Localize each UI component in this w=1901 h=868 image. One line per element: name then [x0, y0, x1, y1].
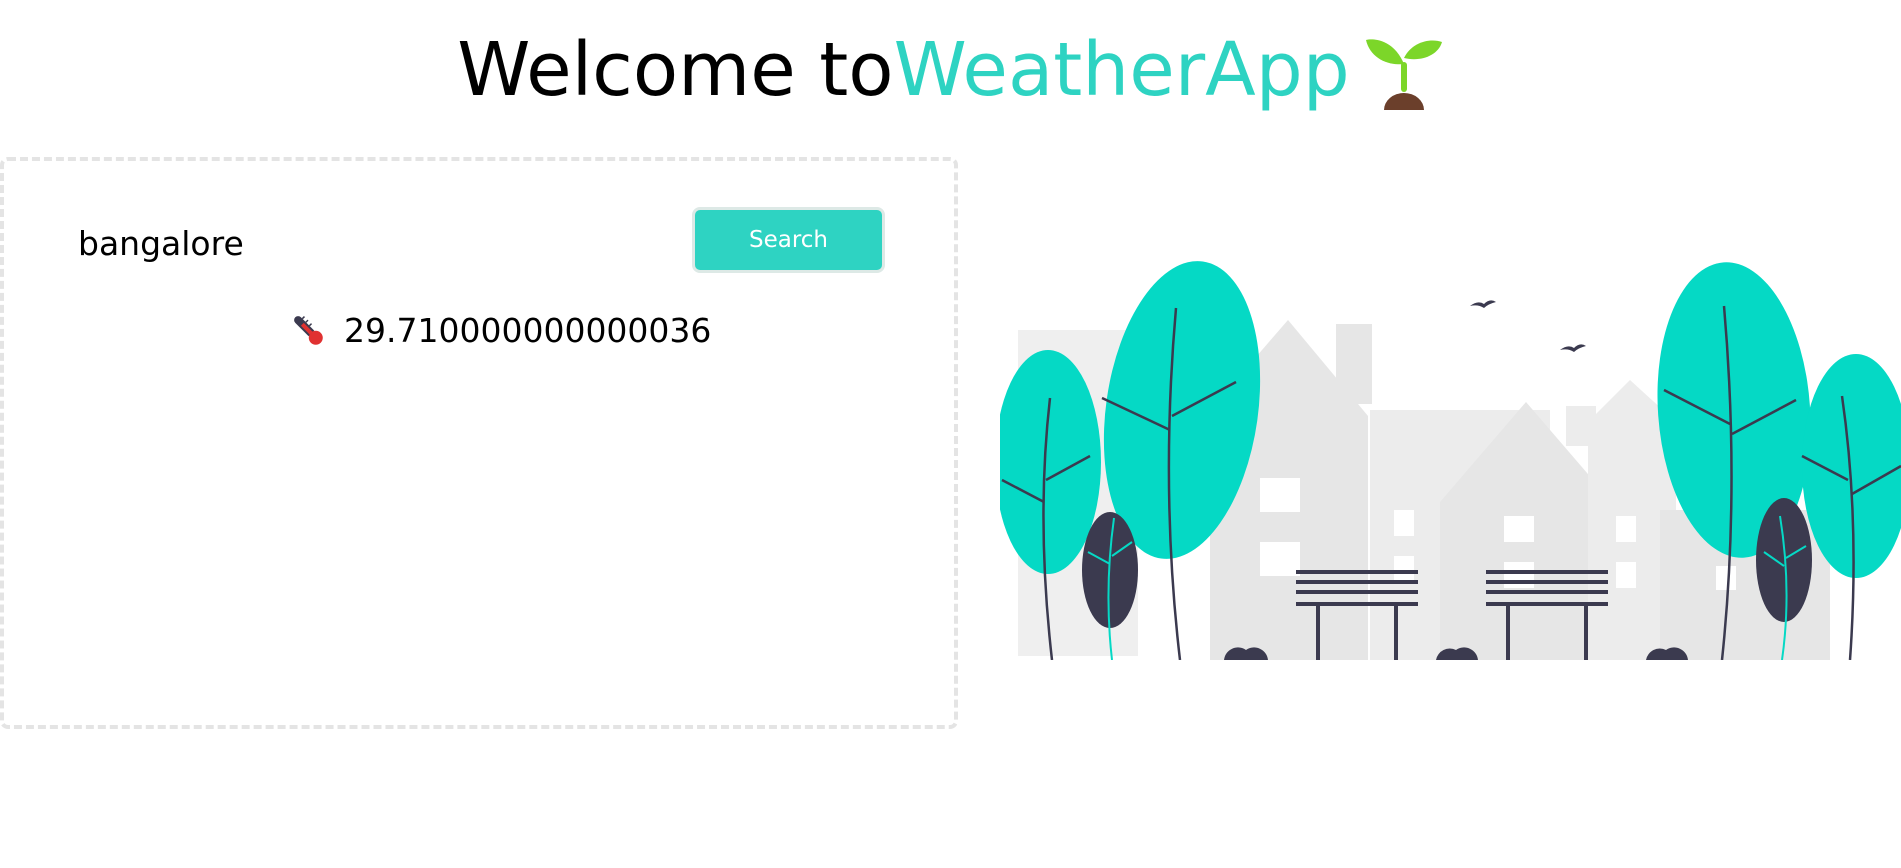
sprout-icon — [1365, 39, 1442, 110]
thermometer-icon — [294, 316, 323, 345]
park-city-illustration — [1000, 261, 1901, 660]
search-button[interactable]: Search — [692, 207, 885, 273]
temperature-result: 29.710000000000036 — [288, 307, 711, 353]
bird-icon — [1470, 300, 1496, 308]
city-search-input[interactable] — [78, 217, 598, 269]
brand-name: WeatherApp — [893, 27, 1350, 113]
temperature-value: 29.710000000000036 — [344, 310, 712, 350]
bird-icon — [1560, 344, 1586, 352]
welcome-text: Welcome to — [457, 27, 894, 113]
search-panel: Search 29.710000000000036 — [0, 157, 958, 729]
page-title: Welcome toWeatherApp — [0, 22, 1901, 122]
